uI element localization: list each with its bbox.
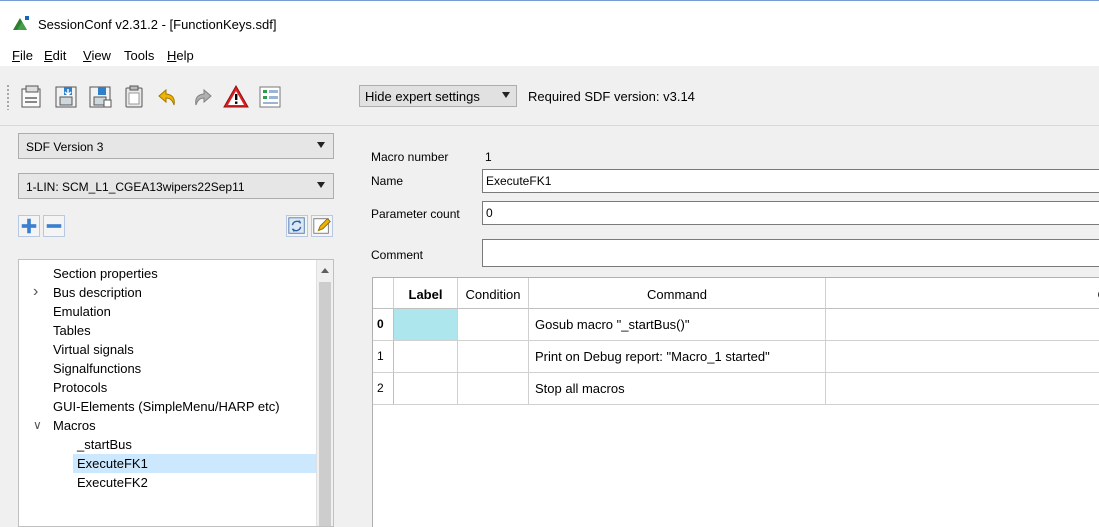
tree-item[interactable]: ∨ Macros	[33, 416, 96, 435]
required-sdf-version: Required SDF version: v3.14	[528, 89, 695, 104]
menu-help[interactable]: Help	[167, 48, 194, 63]
tree-item-label: Bus description	[53, 285, 142, 300]
cell-command[interactable]: Print on Debug report: "Macro_1 started"	[529, 341, 826, 373]
expert-settings-value: Hide expert settings	[365, 89, 480, 104]
name-label: Name	[371, 174, 404, 188]
warning-icon[interactable]	[222, 83, 250, 111]
tree-item-label: Virtual signals	[53, 342, 134, 357]
tree-item-label: Emulation	[53, 304, 111, 319]
tree-item-label: _startBus	[77, 437, 132, 452]
edit-button[interactable]	[311, 215, 333, 237]
tree-item-label: Section properties	[53, 266, 158, 281]
scroll-thumb[interactable]	[319, 282, 331, 526]
edit-icon	[313, 218, 331, 234]
refresh-icon	[288, 217, 305, 234]
chevron-right-icon[interactable]: ›	[33, 283, 38, 301]
bus-select[interactable]: 1-LIN: SCM_L1_CGEA13wipers22Sep11	[18, 173, 334, 199]
cell-comment[interactable]	[826, 373, 1099, 405]
tree-item[interactable]: Signalfunctions	[53, 359, 141, 378]
column-header-command[interactable]: Command	[529, 278, 826, 309]
remove-button[interactable]	[43, 215, 65, 237]
table-corner	[373, 278, 394, 309]
parameter-count-label: Parameter count	[371, 207, 460, 221]
toolbar: Hide expert settings Required SDF versio…	[0, 66, 1099, 126]
cell-label[interactable]	[394, 341, 458, 373]
cell-label[interactable]	[394, 373, 458, 405]
save-as-icon[interactable]	[86, 83, 114, 111]
tree-item[interactable]: Virtual signals	[53, 340, 134, 359]
macro-number-label: Macro number	[371, 150, 449, 164]
redo-icon[interactable]	[188, 83, 216, 111]
tree-item[interactable]: ExecuteFK1	[73, 454, 317, 473]
tree-item[interactable]: Tables	[53, 321, 91, 340]
open-icon[interactable]	[18, 83, 46, 111]
scroll-up-arrow-icon[interactable]	[321, 268, 329, 273]
comment-label: Comment	[371, 248, 424, 262]
column-header-comment[interactable]: Com	[826, 278, 1099, 309]
title-bar: SessionConf v2.31.2 - [FunctionKeys.sdf]	[0, 0, 1099, 40]
tree-item[interactable]: _startBus	[77, 435, 132, 454]
tree-item-label: GUI-Elements (SimpleMenu/HARP etc)	[53, 399, 280, 414]
undo-icon[interactable]	[154, 83, 182, 111]
add-button[interactable]	[18, 215, 40, 237]
tree-item-label: ExecuteFK2	[77, 475, 148, 490]
toolbar-grip[interactable]	[6, 84, 10, 110]
cell-comment[interactable]	[826, 309, 1099, 341]
tree-item-label: Signalfunctions	[53, 361, 142, 376]
tree-item[interactable]: Protocols	[53, 378, 107, 397]
comment-field[interactable]	[482, 239, 1099, 267]
left-pane: SDF Version 3 1-LIN: SCM_L1_CGEA13wipers…	[0, 126, 352, 527]
tree-item[interactable]: › Bus description	[33, 283, 142, 302]
dropdown-arrow-icon	[317, 142, 325, 148]
app-logo-icon	[13, 16, 29, 30]
menu-tools[interactable]: Tools	[124, 48, 154, 63]
tree-item-label: Protocols	[53, 380, 108, 395]
expert-settings-select[interactable]: Hide expert settings	[359, 85, 517, 107]
dropdown-arrow-icon	[317, 182, 325, 188]
tree-item[interactable]: Section properties	[53, 264, 158, 283]
tree-item[interactable]: Emulation	[53, 302, 111, 321]
cell-condition[interactable]	[458, 309, 529, 341]
macro-number-value: 1	[485, 150, 492, 164]
row-number[interactable]: 2	[373, 373, 394, 405]
window-title: SessionConf v2.31.2 - [FunctionKeys.sdf]	[38, 17, 277, 32]
column-header-label[interactable]: Label	[394, 278, 458, 309]
parameter-count-field[interactable]: 0	[482, 201, 1099, 225]
clipboard-icon[interactable]	[120, 83, 148, 111]
minus-icon	[46, 224, 62, 228]
cell-command[interactable]: Stop all macros	[529, 373, 826, 405]
cell-label[interactable]	[394, 309, 458, 341]
tree-item[interactable]: GUI-Elements (SimpleMenu/HARP etc)	[53, 397, 280, 416]
menu-edit[interactable]: Edit	[44, 48, 66, 63]
tree-item-label: Macros	[53, 418, 96, 433]
tree-item-label: Tables	[53, 323, 91, 338]
bus-select-value: 1-LIN: SCM_L1_CGEA13wipers22Sep11	[26, 180, 245, 194]
macro-command-table[interactable]: Label Condition Command Com 0 Gosub macro…	[372, 277, 1099, 527]
chevron-down-icon[interactable]: ∨	[33, 418, 42, 432]
row-number[interactable]: 1	[373, 341, 394, 373]
cell-condition[interactable]	[458, 373, 529, 405]
cell-command[interactable]: Gosub macro "_startBus()"	[529, 309, 826, 341]
menu-bar: File Edit View Tools Help	[0, 40, 1099, 66]
row-number[interactable]: 0	[373, 309, 394, 341]
refresh-button[interactable]	[286, 215, 308, 237]
section-tree[interactable]: Section properties › Bus description Emulat…	[18, 259, 334, 527]
menu-file[interactable]: File	[12, 48, 33, 63]
menu-view[interactable]: View	[83, 48, 111, 63]
cell-comment[interactable]	[826, 341, 1099, 373]
dropdown-arrow-icon	[502, 92, 510, 98]
cell-condition[interactable]	[458, 341, 529, 373]
tree-item-label: ExecuteFK1	[77, 456, 148, 471]
save-icon[interactable]	[52, 83, 80, 111]
name-field[interactable]: ExecuteFK1	[482, 169, 1099, 193]
tree-scrollbar[interactable]	[316, 260, 333, 526]
sdf-version-select[interactable]: SDF Version 3	[18, 133, 334, 159]
sdf-version-value: SDF Version 3	[26, 140, 104, 154]
report-icon[interactable]	[256, 83, 284, 111]
column-header-condition[interactable]: Condition	[458, 278, 529, 309]
plus-icon	[21, 218, 37, 234]
tree-item[interactable]: ExecuteFK2	[77, 473, 148, 492]
